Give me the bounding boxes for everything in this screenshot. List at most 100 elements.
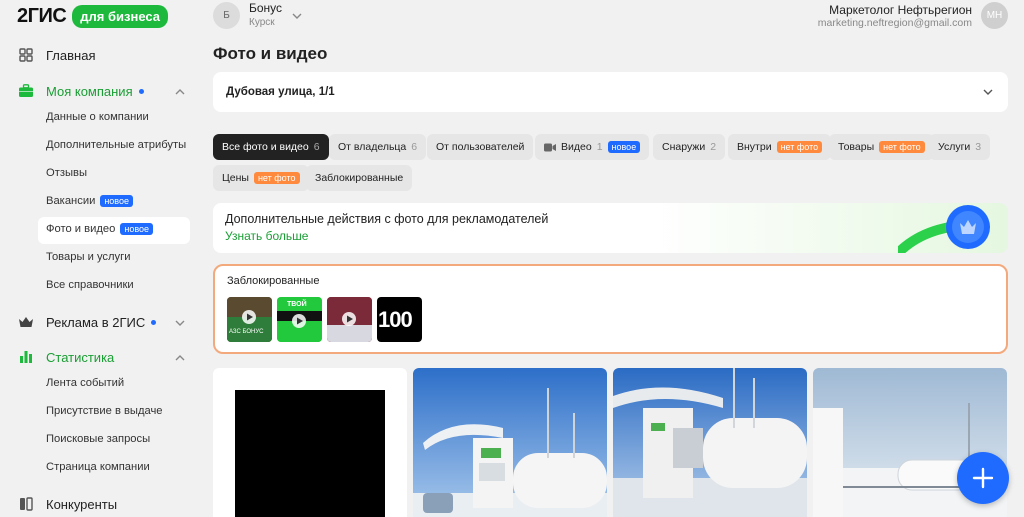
filter-count: 6 xyxy=(411,141,418,153)
user-name: Маркетолог Нефтьрегион xyxy=(829,3,972,17)
briefcase-icon xyxy=(18,83,34,99)
video-icon xyxy=(544,143,556,151)
filter-label: От владельца xyxy=(338,141,407,153)
logo-brand: 2ГИС xyxy=(17,5,67,27)
thumb-caption: АЗС БОНУС xyxy=(229,329,264,335)
filter-label: Снаружи xyxy=(662,141,706,153)
sidebar-item-label: Вакансии xyxy=(46,195,96,207)
address-value: Дубовая улица, 1/1 xyxy=(226,86,335,98)
sidebar-item-stats[interactable]: Статистика xyxy=(18,349,114,365)
competitors-icon xyxy=(18,496,34,512)
user-email: marketing.neftregion@gmail.com xyxy=(817,17,972,29)
filter-label: Цены xyxy=(222,172,249,184)
sidebar-item-competitors[interactable]: Конкуренты xyxy=(18,496,117,512)
filter-all[interactable]: Все фото и видео 6 xyxy=(213,134,329,160)
filter-label: Заблокированные xyxy=(315,172,404,184)
photo-card[interactable] xyxy=(413,368,607,517)
sidebar-item-label: Статистика xyxy=(46,349,115,365)
filter-count: 1 xyxy=(596,141,603,153)
sidebar-item-company-data[interactable]: Данные о компании xyxy=(46,111,149,123)
blocked-thumb[interactable]: АЗС БОНУС xyxy=(227,297,272,342)
blocked-title: Заблокированные xyxy=(227,275,320,287)
blocked-thumb[interactable]: 100 xyxy=(377,297,422,342)
video-thumbnail-icon xyxy=(227,297,272,342)
gas-station-photo xyxy=(413,368,607,517)
notification-dot xyxy=(138,88,144,94)
filter-blocked[interactable]: Заблокированные xyxy=(306,165,413,191)
chevron-down-icon xyxy=(983,89,993,95)
crown-badge-illustration xyxy=(898,205,990,253)
sidebar-item-directories[interactable]: Все справочники xyxy=(46,279,134,291)
filter-label: Товары xyxy=(838,141,875,153)
sidebar-item-company-page[interactable]: Страница компании xyxy=(46,461,150,473)
account-city: Курск xyxy=(249,17,275,28)
gas-station-photo xyxy=(613,368,807,517)
sidebar: 2ГИС для бизнеса Главная Моя компания Да… xyxy=(0,0,200,517)
sidebar-item-goods[interactable]: Товары и услуги xyxy=(46,251,130,263)
sidebar-item-home[interactable]: Главная xyxy=(18,47,95,63)
filter-prices[interactable]: Цены нет фото xyxy=(213,165,309,191)
filter-count: 6 xyxy=(313,141,320,153)
sidebar-item-label: Главная xyxy=(46,47,96,63)
filter-inside[interactable]: Внутри нет фото xyxy=(728,134,832,160)
filter-label: Видео xyxy=(561,141,592,153)
sidebar-item-label: Конкуренты xyxy=(46,496,118,512)
new-badge: новое xyxy=(120,223,154,235)
chevron-up-icon[interactable] xyxy=(174,86,186,98)
account-name[interactable]: Бонус xyxy=(249,1,282,15)
blocked-thumb[interactable]: ТВОЙ xyxy=(277,297,322,342)
thumb-caption: 100 xyxy=(378,307,413,332)
crown-icon xyxy=(18,314,34,330)
sidebar-item-attributes[interactable]: Дополнительные атрибуты xyxy=(46,139,186,151)
new-badge: новое xyxy=(100,195,133,207)
filter-users[interactable]: От пользователей xyxy=(427,134,534,160)
chevron-up-icon[interactable] xyxy=(174,352,186,364)
user-avatar[interactable]: МН xyxy=(981,2,1008,29)
add-photo-button[interactable] xyxy=(957,452,1009,504)
sidebar-item-presence[interactable]: Присутствие в выдаче xyxy=(46,405,163,417)
filter-outside[interactable]: Снаружи 2 xyxy=(653,134,726,160)
blocked-thumb[interactable] xyxy=(327,297,372,342)
bar-chart-icon xyxy=(18,349,34,365)
blocked-section: Заблокированные АЗС БОНУС ТВОЙ 100 xyxy=(213,264,1008,354)
banner-title: Дополнительные действия с фото для рекла… xyxy=(225,212,549,226)
no-photo-badge: нет фото xyxy=(879,141,925,153)
sidebar-item-company[interactable]: Моя компания xyxy=(18,83,144,99)
sidebar-item-label: Моя компания xyxy=(46,83,133,99)
chevron-down-icon[interactable] xyxy=(174,317,186,329)
sidebar-item-photos[interactable]: Фото и видео новое xyxy=(46,223,154,235)
logo[interactable]: 2ГИС для бизнеса xyxy=(17,5,169,28)
notification-dot xyxy=(151,319,157,325)
sidebar-item-reviews[interactable]: Отзывы xyxy=(46,167,87,179)
sidebar-item-label: Реклама в 2ГИС xyxy=(46,314,146,330)
address-select[interactable]: Дубовая улица, 1/1 xyxy=(213,72,1008,112)
filter-owner[interactable]: От владельца 6 xyxy=(329,134,427,160)
promo-banner: Дополнительные действия с фото для рекла… xyxy=(213,203,1008,253)
filter-count: 2 xyxy=(710,141,717,153)
sidebar-item-events[interactable]: Лента событий xyxy=(46,377,124,389)
banner-link[interactable]: Узнать больше xyxy=(225,229,308,243)
filter-label: Внутри xyxy=(737,141,772,153)
sidebar-item-label: Фото и видео xyxy=(46,223,116,235)
chevron-down-icon[interactable] xyxy=(291,10,303,22)
video-preview xyxy=(235,390,385,517)
photo-card[interactable] xyxy=(613,368,807,517)
account-avatar[interactable]: Б xyxy=(213,2,240,29)
grid-icon xyxy=(18,47,34,63)
filter-label: Услуги xyxy=(938,141,971,153)
filter-goods[interactable]: Товары нет фото xyxy=(829,134,934,160)
filter-count: 3 xyxy=(975,141,982,153)
photo-card[interactable] xyxy=(213,368,407,517)
sidebar-item-queries[interactable]: Поисковые запросы xyxy=(46,433,150,445)
no-photo-badge: нет фото xyxy=(253,172,300,184)
video-thumbnail-icon xyxy=(327,297,372,342)
no-photo-badge: нет фото xyxy=(776,141,823,153)
filter-video[interactable]: Видео 1 новое xyxy=(535,134,650,160)
plus-icon xyxy=(972,467,994,489)
filter-label: От пользователей xyxy=(436,141,525,153)
filter-services[interactable]: Услуги 3 xyxy=(929,134,991,160)
sidebar-item-vacancies[interactable]: Вакансии новое xyxy=(46,195,133,207)
page-title: Фото и видео xyxy=(213,44,328,63)
sidebar-item-ads[interactable]: Реклама в 2ГИС xyxy=(18,314,157,330)
new-badge: новое xyxy=(607,141,641,153)
